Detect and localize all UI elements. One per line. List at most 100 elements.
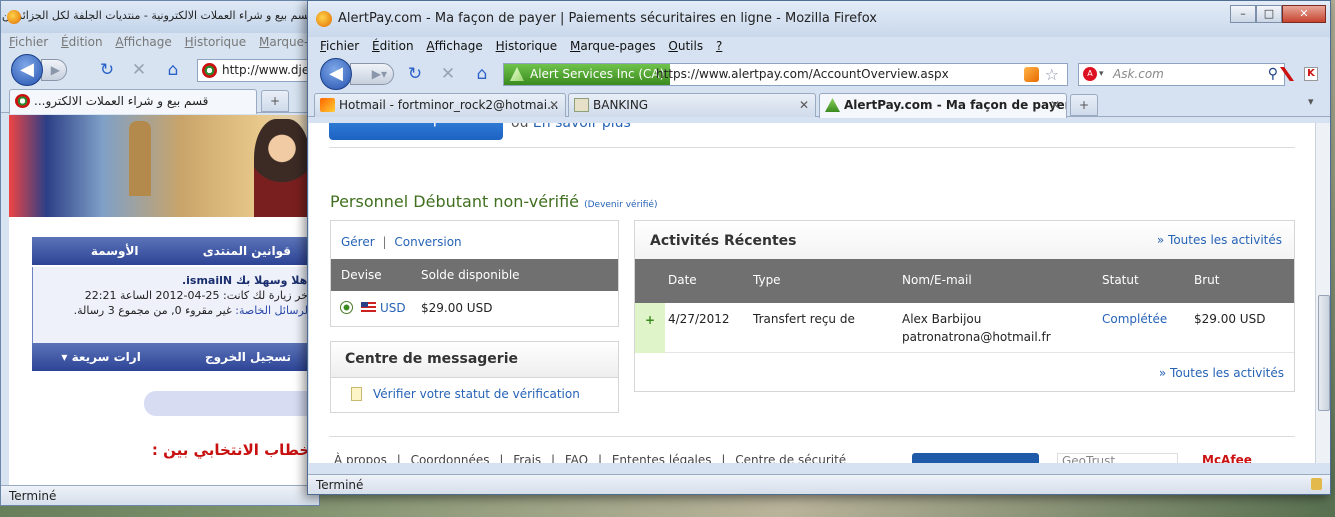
pm-link[interactable]: الرسائل الخاصة: [235, 304, 311, 317]
menu-historique[interactable]: Historique [496, 39, 558, 53]
forum-rules-link[interactable]: قوانين المنتدى [173, 237, 319, 265]
bg-back-button[interactable]: ◀ [11, 54, 43, 86]
tab-banking[interactable]: BANKING ✕ [568, 93, 816, 117]
navigation-toolbar: ▶▾ ◀ ↻ ✕ ⌂ Alert Services Inc (CA) https… [308, 57, 1330, 91]
activity-type: Transfert reçu de [753, 312, 855, 326]
all-activities-link-bottom[interactable]: » Toutes les activités [1159, 366, 1284, 380]
maximize-button[interactable]: □ [1256, 5, 1282, 23]
stop-icon[interactable]: ✕ [129, 59, 149, 81]
bg-url-bar[interactable]: http://www.dje [197, 59, 319, 82]
home-icon[interactable]: ⌂ [472, 63, 492, 85]
new-tab-button[interactable]: + [1070, 94, 1098, 116]
forum-welcome-box: أهلا وسهلا بك ismailN. آخر زيارة لك كانت… [32, 267, 319, 343]
signup-button[interactable]: Pré-inscription [329, 123, 503, 140]
manage-link[interactable]: Gérer [341, 235, 375, 249]
menu-marque-pages[interactable]: Marque-pages [570, 39, 656, 53]
footer-fees-link[interactable]: Frais [513, 453, 541, 463]
close-tab-icon[interactable]: ✕ [1050, 94, 1060, 116]
menu-fichier[interactable]: Fichier [320, 39, 359, 53]
background-browser-window[interactable]: قسم بيع و شراء العملات الالكترونية - منت… [0, 0, 320, 506]
rss-feed-icon[interactable] [1024, 67, 1039, 82]
close-tab-icon[interactable]: ✕ [799, 94, 809, 116]
minimize-button[interactable]: – [1230, 5, 1256, 23]
balance-amount: $29.00 USD [421, 301, 493, 315]
firefox-icon [7, 10, 21, 24]
bg-menu-historique[interactable]: Historique [185, 35, 247, 49]
forum-medals-link[interactable]: الأوسمة [61, 237, 169, 265]
banking-favicon-icon [574, 98, 589, 112]
footer-security-link[interactable]: Centre de sécurité [735, 453, 846, 463]
col-solde: Solde disponible [421, 268, 520, 282]
conversion-link[interactable]: Conversion [394, 235, 461, 249]
menu-affichage[interactable]: Affichage [426, 39, 482, 53]
child-photo [254, 119, 310, 217]
reload-icon[interactable]: ↻ [405, 63, 425, 85]
last-visit-text: آخر زيارة لك كانت: 25-04-2012 الساعة 22:… [84, 289, 311, 302]
toolbar-k-icon[interactable]: K [1304, 67, 1318, 81]
bg-menu-edition[interactable]: Édition [61, 35, 103, 49]
search-box[interactable]: A ▾ Ask.com ⚲ [1078, 63, 1285, 86]
footer-faq-link[interactable]: FAQ [565, 453, 588, 463]
bg-window-title: قسم بيع و شراء العملات الالكترونية - منت… [1, 1, 319, 33]
expand-row-button[interactable]: + [635, 303, 665, 353]
site-identity-label: Alert Services Inc (CA) [530, 67, 665, 81]
all-activities-link-top[interactable]: » Toutes les activités [1157, 233, 1282, 247]
alertpay-browser-window[interactable]: AlertPay.com - Ma façon de payer | Paiem… [307, 0, 1331, 495]
bg-forward-button[interactable]: ▶ [41, 59, 67, 81]
menu-outils[interactable]: Outils [668, 39, 703, 53]
tab-hotmail-label: Hotmail - fortminor_rock2@hotmai... [339, 98, 559, 112]
footer-divider [329, 436, 1295, 437]
learn-more-link[interactable]: En savoir plus [533, 123, 631, 131]
scrollbar-thumb[interactable] [1318, 295, 1330, 411]
footer-legal-link[interactable]: Ententes légales [612, 453, 712, 463]
stop-icon[interactable]: ✕ [438, 63, 458, 85]
thread-heading[interactable]: الخطاب الانتخابي بين : [144, 441, 319, 465]
site-identity-button[interactable]: Alert Services Inc (CA) [504, 64, 671, 85]
pm-count: غير مقروء 0, من مجموع 3 رسالة. [73, 304, 232, 317]
activity-email: patronatrona@hotmail.fr [902, 330, 1051, 344]
menu-help[interactable]: ? [716, 39, 722, 53]
footer-contact-link[interactable]: Coordonnées [411, 453, 490, 463]
us-flag-icon [361, 302, 376, 312]
tab-list-icon[interactable]: ▾ [1308, 95, 1314, 108]
window-titlebar: AlertPay.com - Ma façon de payer | Paiem… [308, 1, 1330, 37]
page-scrollbar[interactable] [1315, 123, 1330, 463]
account-status-title: Personnel Débutant non-vérifié (Devenir … [330, 192, 657, 211]
close-button[interactable]: ✕ [1282, 5, 1326, 23]
footer-about-link[interactable]: À propos [334, 453, 387, 463]
bg-tab-forum[interactable]: قسم بيع و شراء العملات الالكترو... [9, 89, 257, 114]
currency-radio[interactable] [340, 301, 353, 314]
back-button[interactable]: ◀ [320, 58, 352, 90]
bg-menu-fichier[interactable]: Fichier [9, 35, 48, 49]
activity-name: Alex Barbijou [902, 312, 982, 326]
forum-section-bar [144, 391, 319, 416]
activity-status-link[interactable]: Complétée [1102, 312, 1167, 326]
ask-engine-icon[interactable]: A [1083, 67, 1097, 81]
home-icon[interactable]: ⌂ [163, 59, 183, 81]
logout-link[interactable]: تسجيل الخروج [175, 343, 319, 371]
footer-sep: | [499, 453, 504, 463]
balance-panel: Gérer | Conversion Devise Solde disponib… [330, 220, 619, 327]
bg-status-bar: Terminé [1, 485, 319, 505]
forward-button[interactable]: ▶▾ [350, 63, 394, 85]
tab-hotmail[interactable]: Hotmail - fortminor_rock2@hotmai... ✕ [314, 93, 566, 117]
activity-gross: $29.00 USD [1194, 312, 1266, 326]
close-tab-icon[interactable]: ✕ [549, 94, 559, 116]
menu-edition[interactable]: Édition [372, 39, 414, 53]
verify-status-link[interactable]: Vérifier votre statut de vérification [373, 387, 580, 401]
engine-dropdown-icon[interactable]: ▾ [1099, 64, 1104, 85]
bookmark-star-icon[interactable]: ☆ [1045, 64, 1059, 85]
bg-menu-affichage[interactable]: Affichage [115, 35, 171, 49]
col-date: Date [668, 273, 697, 287]
forum-nav-bottom: تسجيل الخروج ارات سريعة ▾ [31, 343, 319, 371]
reload-icon[interactable]: ↻ [97, 59, 117, 81]
tab-banking-label: BANKING [593, 98, 649, 112]
tab-alertpay[interactable]: AlertPay.com - Ma façon de payer... ✕ [819, 93, 1067, 118]
become-verified-link[interactable]: (Devenir vérifié) [584, 200, 657, 210]
currency-link[interactable]: USD [380, 301, 406, 315]
search-icon[interactable]: ⚲ [1268, 64, 1278, 85]
url-bar[interactable]: Alert Services Inc (CA) https://www.aler… [503, 63, 1068, 86]
bg-new-tab-button[interactable]: + [261, 90, 289, 112]
quick-links-menu[interactable]: ارات سريعة ▾ [31, 343, 170, 371]
recent-activity-panel: Activités Récentes » Toutes les activité… [634, 220, 1295, 392]
